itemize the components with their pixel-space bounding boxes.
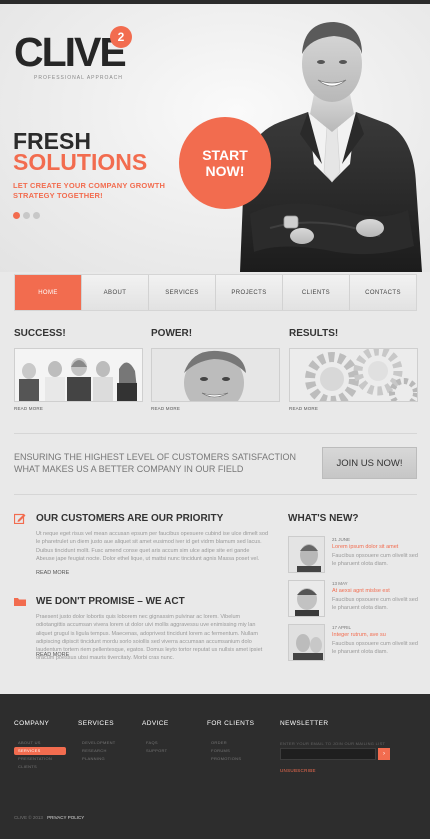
logo-tagline: PROFESSIONAL APPROACH xyxy=(34,75,123,81)
newsletter-label: ENTER YOUR EMAIL TO JOIN OUR MAILING LIS… xyxy=(280,741,386,746)
footer-link[interactable]: RESEARCH xyxy=(78,747,116,755)
article-body: Ut neque eget risus vel mean accusan eps… xyxy=(36,531,269,562)
nav-clients[interactable]: CLIENTS xyxy=(283,275,350,310)
news-headline[interactable]: Lorem ipsum dolor sit amet xyxy=(332,544,398,550)
feature-gears-photo[interactable] xyxy=(289,348,418,402)
footer-col-title: ADVICE xyxy=(142,720,169,727)
feature-title: SUCCESS! xyxy=(14,328,66,339)
start-now-button[interactable]: START NOW! xyxy=(179,117,271,209)
privacy-policy-link[interactable]: PRIVACY POLICY xyxy=(47,815,84,820)
logo[interactable]: CLIVE xyxy=(14,32,127,73)
footer-link[interactable]: ORDER xyxy=(207,739,254,747)
footer-link[interactable]: PLANNING xyxy=(78,755,116,763)
news-date: 13 MAY xyxy=(332,581,348,586)
news-headline[interactable]: At aexsi agnt mislse est xyxy=(332,588,390,594)
footer-link[interactable]: PROMOTIONS xyxy=(207,755,254,763)
footer-col-advice: ADVICE FAQS SUPPORT xyxy=(142,720,169,755)
news-text: Faucibus opsouere cum olivelit sed le ph… xyxy=(332,641,418,655)
main-nav: HOME ABOUT SERVICES PROJECTS CLIENTS CON… xyxy=(14,274,417,311)
news-text: Faucibus opsouere cum olivelit sed le ph… xyxy=(332,553,418,567)
folder-icon xyxy=(14,598,26,606)
footer-link[interactable]: FAQS xyxy=(142,739,169,747)
hero-title-line2: SOLUTIONS xyxy=(13,149,148,175)
feature-team-photo[interactable] xyxy=(14,348,143,402)
nav-contacts[interactable]: CONTACTS xyxy=(350,275,416,310)
newsletter-title: NEWSLETTER xyxy=(280,720,329,727)
newsletter-email-input[interactable] xyxy=(280,748,376,760)
footer-col-title: COMPANY xyxy=(14,720,50,727)
feature-success: SUCCESS! READ MORE xyxy=(14,328,143,411)
article-read-more[interactable]: READ MORE xyxy=(36,570,69,576)
news-item[interactable]: 13 MAY At aexsi agnt mislse est Faucibus… xyxy=(288,580,418,620)
divider xyxy=(14,433,417,434)
footer-col-services: SERVICES DEVELOPMENT RESEARCH PLANNING xyxy=(78,720,116,763)
footer-link[interactable]: CLIENTS xyxy=(14,763,66,771)
footer-col-title: SERVICES xyxy=(78,720,114,727)
copyright: CLIVE © 2013 PRIVACY POLICY xyxy=(14,815,84,820)
footer-col-company: COMPANY ABOUT US SERVICES PRESENTATION C… xyxy=(14,720,66,771)
feature-man-photo[interactable] xyxy=(151,348,280,402)
nav-services[interactable]: SERVICES xyxy=(149,275,216,310)
article-body: Praesent justo dolor lobortis quis lobor… xyxy=(36,614,263,662)
newsletter-submit-button[interactable]: › xyxy=(378,748,390,760)
start-now-label-1: START xyxy=(202,147,248,163)
slider-dot-1[interactable] xyxy=(13,212,20,219)
join-us-button[interactable]: JOIN US NOW! xyxy=(322,447,417,479)
unsubscribe-link[interactable]: UNSUBSCRIBE xyxy=(280,768,316,773)
slider-dot-3[interactable] xyxy=(33,212,40,219)
article-title: WE DON'T PROMISE – WE ACT xyxy=(36,596,185,607)
news-text: Faucibus opsouere cum olivelit sed le ph… xyxy=(332,597,418,611)
feature-read-more[interactable]: READ MORE xyxy=(289,406,418,411)
hero-subtitle: LET CREATE YOUR COMPANY GROWTH STRATEGY … xyxy=(13,181,166,200)
news-title: WHAT'S NEW? xyxy=(288,513,359,524)
divider xyxy=(14,494,417,495)
nav-projects[interactable]: PROJECTS xyxy=(216,275,283,310)
footer-link[interactable]: FORUMS xyxy=(207,747,254,755)
feature-read-more[interactable]: READ MORE xyxy=(151,406,280,411)
footer-link[interactable]: DEVELOPMENT xyxy=(78,739,116,747)
article-priority: OUR CUSTOMERS ARE OUR PRIORITY Ut neque … xyxy=(14,513,269,583)
feature-read-more[interactable]: READ MORE xyxy=(14,406,143,411)
footer-col-newsletter: NEWSLETTER xyxy=(280,720,328,727)
footer-link[interactable]: ABOUT US xyxy=(14,739,66,747)
news-date: 17 APRIL xyxy=(332,625,352,630)
article-title: OUR CUSTOMERS ARE OUR PRIORITY xyxy=(36,513,224,524)
news-item[interactable]: 17 APRIL Integer rutrum, ave su Faucibus… xyxy=(288,624,418,664)
news-date: 21 JUNE xyxy=(332,537,351,542)
news-thumb xyxy=(288,624,325,661)
nav-about[interactable]: ABOUT xyxy=(82,275,149,310)
news-item[interactable]: 21 JUNE Lorem ipsum dolor sit amet Fauci… xyxy=(288,536,418,576)
article-act: WE DON'T PROMISE – WE ACT Praesent justo… xyxy=(14,596,269,666)
footer-col-title: FOR CLIENTS xyxy=(207,720,255,727)
edit-icon xyxy=(14,513,26,524)
feature-title: RESULTS! xyxy=(289,328,339,339)
news-thumb xyxy=(288,536,325,573)
slider-dots xyxy=(13,212,40,219)
feature-results: RESULTS! READ MORE xyxy=(289,328,418,411)
news-headline[interactable]: Integer rutrum, ave su xyxy=(332,632,386,638)
start-now-label-2: NOW! xyxy=(205,163,245,179)
footer-link[interactable]: PRESENTATION xyxy=(14,755,66,763)
feature-power: POWER! READ MORE xyxy=(151,328,280,411)
logo-badge: 2 xyxy=(110,26,132,48)
banner-text: ENSURING THE HIGHEST LEVEL OF CUSTOMERS … xyxy=(14,452,297,474)
news-thumb xyxy=(288,580,325,617)
copyright-text: CLIVE © 2013 xyxy=(14,815,43,820)
feature-title: POWER! xyxy=(151,328,193,339)
slider-dot-2[interactable] xyxy=(23,212,30,219)
nav-home[interactable]: HOME xyxy=(15,275,82,310)
footer-link[interactable]: SUPPORT xyxy=(142,747,169,755)
footer-link-active[interactable]: SERVICES xyxy=(14,747,66,755)
hero-section: CLIVE 2 PROFESSIONAL APPROACH FRESH SOLU… xyxy=(0,4,430,272)
article-read-more[interactable]: READ MORE xyxy=(36,652,69,658)
footer-col-for-clients: FOR CLIENTS ORDER FORUMS PROMOTIONS xyxy=(207,720,254,763)
